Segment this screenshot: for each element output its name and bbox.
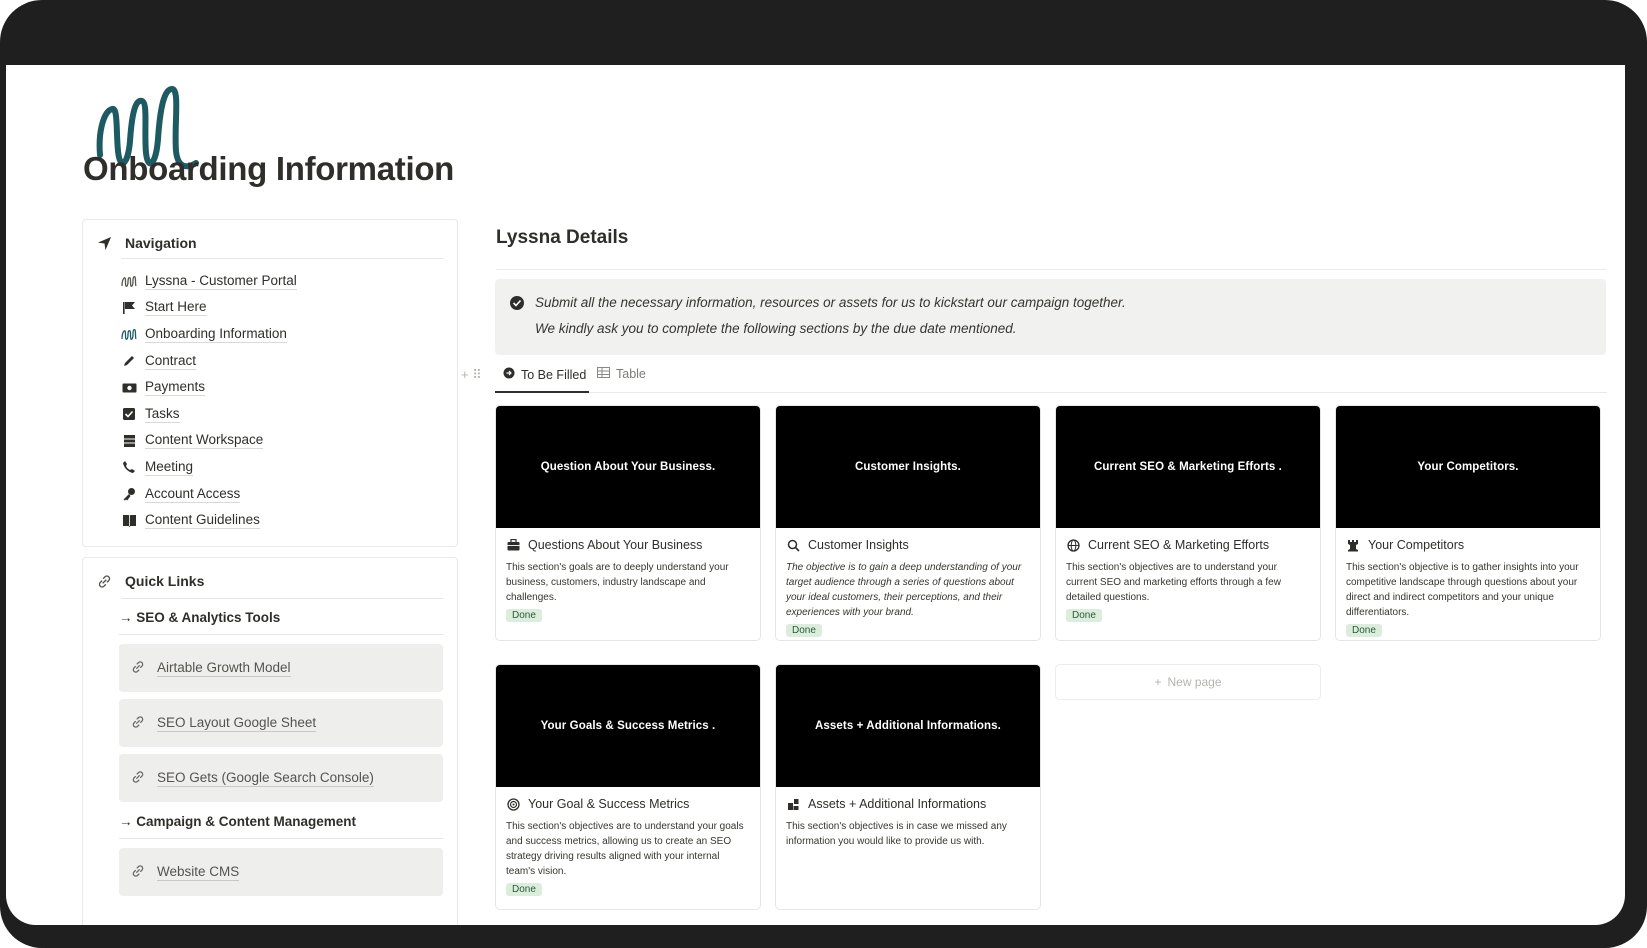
divider xyxy=(119,838,443,839)
link-icon xyxy=(131,864,145,881)
card-title: Current SEO & Marketing Efforts xyxy=(1056,528,1320,552)
target-icon xyxy=(506,797,520,811)
active-tab-indicator xyxy=(495,391,589,393)
nav-item-payments[interactable]: Payments xyxy=(121,374,297,401)
card-cover: Your Goals & Success Metrics . xyxy=(496,665,760,787)
card-title: Assets + Additional Informations xyxy=(776,787,1040,811)
divider xyxy=(121,598,443,599)
pencil-icon xyxy=(121,353,137,369)
card-title: Your Competitors xyxy=(1336,528,1600,552)
status-badge: Done xyxy=(786,624,822,637)
navigation-list: Lyssna - Customer Portal Start Here Onbo… xyxy=(121,268,297,534)
globe-icon xyxy=(1066,538,1080,552)
callout: Submit all the necessary information, re… xyxy=(495,279,1606,355)
navigation-heading: Navigation xyxy=(95,234,197,252)
card-description: This section's objectives are to underst… xyxy=(506,821,744,877)
section-title: Lyssna Details xyxy=(496,227,629,248)
location-arrow-icon xyxy=(95,234,113,252)
gallery-card-goals[interactable]: Your Goals & Success Metrics . Your Goal… xyxy=(495,664,761,910)
briefcase-icon xyxy=(506,538,520,552)
card-description: This section's goals are to deeply under… xyxy=(506,562,729,603)
add-block-handle-icon[interactable]: + ⠿ xyxy=(461,367,482,383)
card-cover: Your Competitors. xyxy=(1336,406,1600,528)
nav-item-customer-portal[interactable]: Lyssna - Customer Portal xyxy=(121,268,297,295)
gallery-card-competitors[interactable]: Your Competitors. Your Competitors This … xyxy=(1335,405,1601,641)
phone-icon xyxy=(121,459,137,475)
card-description: This section's objectives are to underst… xyxy=(1066,562,1281,603)
nav-item-meeting[interactable]: Meeting xyxy=(121,454,297,481)
divider xyxy=(496,269,1606,270)
nav-item-onboarding-information[interactable]: Onboarding Information xyxy=(121,321,297,348)
nav-item-start-here[interactable]: Start Here xyxy=(121,295,297,322)
new-page-button[interactable]: + New page xyxy=(1055,664,1321,700)
nav-item-content-workspace[interactable]: Content Workspace xyxy=(121,428,297,455)
card-title: Questions About Your Business xyxy=(496,528,760,552)
status-badge: Done xyxy=(506,609,542,622)
status-badge: Done xyxy=(1066,609,1102,622)
flag-icon xyxy=(121,300,137,316)
money-icon xyxy=(121,380,137,396)
divider xyxy=(119,634,443,635)
gallery-card-customer-insights[interactable]: Customer Insights. Customer Insights The… xyxy=(775,405,1041,641)
card-cover: Customer Insights. xyxy=(776,406,1040,528)
key-icon xyxy=(121,486,137,502)
nav-item-account-access[interactable]: Account Access xyxy=(121,481,297,508)
arrow-circle-icon xyxy=(503,367,515,382)
check-circle-icon xyxy=(510,296,524,310)
card-cover: Current SEO & Marketing Efforts . xyxy=(1056,406,1320,528)
logo-mini-icon xyxy=(121,326,137,342)
card-description: The objective is to gain a deep understa… xyxy=(786,562,1022,618)
gallery-card-assets[interactable]: Assets + Additional Informations. Assets… xyxy=(775,664,1041,910)
link-seo-layout-google-sheet[interactable]: SEO Layout Google Sheet xyxy=(119,699,443,747)
gallery-card-business[interactable]: Question About Your Business. Questions … xyxy=(495,405,761,641)
link-seo-gets[interactable]: SEO Gets (Google Search Console) xyxy=(119,754,443,802)
book-icon xyxy=(121,513,137,529)
table-icon xyxy=(597,367,610,381)
divider xyxy=(121,258,443,259)
tab-table[interactable]: Table xyxy=(597,367,646,381)
nav-item-tasks[interactable]: Tasks xyxy=(121,401,297,428)
nav-item-content-guidelines[interactable]: Content Guidelines xyxy=(121,507,297,534)
page-canvas: Onboarding Information Navigation Lyssna… xyxy=(6,65,1625,925)
blocks-icon xyxy=(786,797,800,811)
page-title: Onboarding Information xyxy=(83,150,455,187)
link-website-cms[interactable]: Website CMS xyxy=(119,848,443,896)
chess-rook-icon xyxy=(1346,538,1360,552)
link-icon xyxy=(131,770,145,787)
callout-line-2: We kindly ask you to complete the follow… xyxy=(535,321,1017,336)
logo-mini-icon xyxy=(121,273,137,289)
link-icon xyxy=(131,715,145,732)
navigation-panel: Navigation Lyssna - Customer Portal Star… xyxy=(82,219,458,547)
gallery-card-current-seo[interactable]: Current SEO & Marketing Efforts . Curren… xyxy=(1055,405,1321,641)
plus-icon: + xyxy=(1154,675,1162,689)
quick-links-group-campaign-content: → Campaign & Content Management xyxy=(119,814,357,829)
database-view-bar: + ⠿ To Be Filled Table xyxy=(461,361,1607,393)
magnifier-icon xyxy=(786,538,800,552)
link-airtable-growth-model[interactable]: Airtable Growth Model xyxy=(119,644,443,692)
status-badge: Done xyxy=(1346,624,1382,637)
card-cover: Question About Your Business. xyxy=(496,406,760,528)
quick-links-panel: Quick Links → SEO & Analytics Tools Airt… xyxy=(82,557,458,925)
card-title: Customer Insights xyxy=(776,528,1040,552)
card-title: Your Goal & Success Metrics xyxy=(496,787,760,811)
card-cover: Assets + Additional Informations. xyxy=(776,665,1040,787)
cabinet-icon xyxy=(121,433,137,449)
card-description: This section's objective is to gather in… xyxy=(1346,562,1579,618)
nav-item-contract[interactable]: Contract xyxy=(121,348,297,375)
divider xyxy=(495,392,1607,393)
callout-line-1: Submit all the necessary information, re… xyxy=(535,295,1126,310)
tab-to-be-filled[interactable]: To Be Filled xyxy=(503,367,586,382)
card-description: This section's objectives is in case we … xyxy=(786,821,1007,847)
quick-links-heading: Quick Links xyxy=(95,572,204,590)
quick-links-group-seo-analytics: → SEO & Analytics Tools xyxy=(119,610,281,625)
link-icon xyxy=(95,572,113,590)
checkbox-icon xyxy=(121,406,137,422)
link-icon xyxy=(131,660,145,677)
status-badge: Done xyxy=(506,883,542,896)
